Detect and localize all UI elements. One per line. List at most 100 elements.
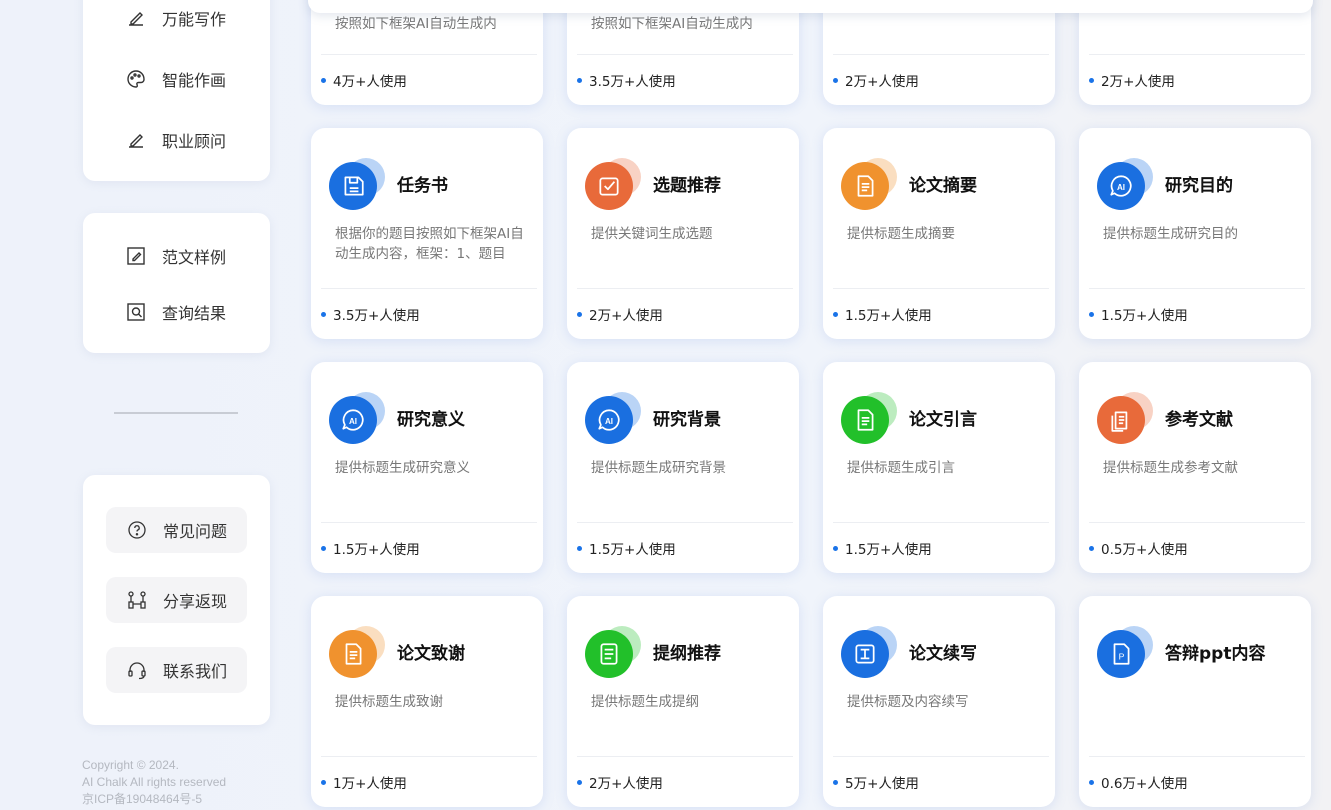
tool-card-separator [1089,288,1305,289]
tool-card-usage: 1万+人使用 [321,772,407,792]
tool-card[interactable]: 选题推荐 提供关键词生成选题 2万+人使用 [567,128,799,339]
sidebar-item-query-results[interactable]: 查询结果 [125,298,226,326]
tool-card-separator [833,756,1049,757]
tool-card-separator [321,522,537,523]
usage-dot-icon [1089,77,1094,83]
copyright-line: AI Chalk All rights reserved [82,775,227,789]
tool-card-usage: 1.5万+人使用 [833,538,932,558]
sidebar-item-label: 万能写作 [162,10,227,29]
ai-bubble-icon: AI [585,392,641,448]
usage-count: 3.5万+人使用 [589,74,676,90]
tool-card-separator [321,756,537,757]
tool-card[interactable]: 任务书 根据你的题目按照如下框架AI自动生成内容，框架：1、题目 3.5万+人使用 [311,128,543,339]
sidebar-item-label: 范文样例 [162,248,227,267]
usage-count: 3.5万+人使用 [333,308,420,324]
tool-card-description: 提供关键词生成选题 [591,226,713,242]
top-search-overlay [308,0,1313,13]
share-icon [126,589,148,611]
pencil-icon [125,129,147,151]
tool-card[interactable]: P 答辩ppt内容 0.6万+人使用 [1079,596,1311,807]
sidebar-item-career-advisor[interactable]: 职业顾问 [125,126,226,154]
usage-dot-icon [577,779,582,785]
tool-card-title: 参考文献 [1165,410,1233,430]
tool-card-usage: 1.5万+人使用 [321,538,420,558]
tool-card[interactable]: 2万+人使用 [823,0,1055,105]
tool-card[interactable]: 提纲推荐 提供标题生成提纲 2万+人使用 [567,596,799,807]
tool-card[interactable]: 论文致谢提供标题生成致谢 1万+人使用 [311,596,543,807]
tool-card-separator [1089,522,1305,523]
sidebar-item-universal-writing[interactable]: 万能写作 [125,4,226,32]
tool-card[interactable]: 论文续写提供标题及内容续写 5万+人使用 [823,596,1055,807]
tool-card-title: 论文摘要 [909,176,977,196]
tool-card[interactable]: 2万+人使用 [1079,0,1311,105]
tool-card-title: 提纲推荐 [653,644,721,664]
sidebar-item-ai-drawing[interactable]: 智能作画 [125,65,226,93]
usage-count: 2万+人使用 [589,776,663,792]
tool-card-usage: 2万+人使用 [1089,70,1175,90]
tool-card-usage: 5万+人使用 [833,772,919,792]
usage-dot-icon [1089,311,1094,317]
usage-dot-icon [321,77,326,83]
usage-count: 1.5万+人使用 [845,542,932,558]
tool-card-description: 提供标题生成摘要 [847,226,955,242]
tool-card[interactable]: AI 研究背景 提供标题生成研究背景 1.5万+人使用 [567,362,799,573]
contact-us-button[interactable]: 联系我们 [106,647,247,693]
tool-card-separator [577,54,793,55]
usage-dot-icon [577,77,582,83]
usage-dot-icon [833,77,838,83]
usage-dot-icon [577,545,582,551]
document-icon [841,158,897,214]
svg-text:AI: AI [349,417,357,426]
sidebar-item-samples[interactable]: 范文样例 [125,242,226,270]
tool-card-title: 答辩ppt内容 [1165,644,1266,664]
tool-card-title: 研究目的 [1165,176,1233,196]
search-document-icon [125,301,147,323]
usage-count: 4万+人使用 [333,74,407,90]
faq-button[interactable]: 常见问题 [106,507,247,553]
tool-card-description: 提供标题生成研究意义 [335,460,470,476]
edit-document-icon [125,245,147,267]
tool-card-usage: 3.5万+人使用 [577,70,676,90]
tool-card-usage: 0.6万+人使用 [1089,772,1188,792]
svg-text:AI: AI [1117,183,1125,192]
tool-card[interactable]: 按照如下框架AI自动生成内 3.5万+人使用 [567,0,799,105]
sidebar-tools-card: 万能写作 智能作画 职业顾问 [83,0,270,181]
tool-card[interactable]: 按照如下框架AI自动生成内 4万+人使用 [311,0,543,105]
tool-card-title: 论文续写 [909,644,977,664]
tool-card-description: 提供标题生成研究背景 [591,460,726,476]
ai-bubble-icon: AI [1097,158,1153,214]
copyright-line: Copyright © 2024. [82,758,179,772]
tool-card-description: 提供标题生成致谢 [335,694,443,710]
headset-icon [126,659,148,681]
tool-card-usage: 1.5万+人使用 [1089,304,1188,324]
pill-label: 分享返现 [163,592,228,611]
tool-card-description: 提供标题及内容续写 [847,694,969,710]
usage-dot-icon [577,311,582,317]
usage-count: 1.5万+人使用 [845,308,932,324]
tool-card[interactable]: 论文引言 提供标题生成引言 1.5万+人使用 [823,362,1055,573]
tool-card-separator [833,522,1049,523]
usage-count: 1.5万+人使用 [589,542,676,558]
pill-label: 联系我们 [163,662,228,681]
tool-card[interactable]: 参考文献 提供标题生成参考文献 0.5万+人使用 [1079,362,1311,573]
tool-card-title: 论文致谢 [397,644,465,664]
tool-card[interactable]: AI 研究目的提供标题生成研究目的 1.5万+人使用 [1079,128,1311,339]
tool-card[interactable]: 论文摘要提供标题生成摘要 1.5万+人使用 [823,128,1055,339]
tool-card-usage: 1.5万+人使用 [577,538,676,558]
tool-card-description: 按照如下框架AI自动生成内 [591,16,753,32]
tool-card-usage: 3.5万+人使用 [321,304,420,324]
sidebar-item-label: 查询结果 [162,304,227,323]
tool-card[interactable]: AI 研究意义 提供标题生成研究意义 1.5万+人使用 [311,362,543,573]
tool-card-usage: 2万+人使用 [577,772,663,792]
tool-card-separator [833,54,1049,55]
usage-dot-icon [321,545,326,551]
sidebar-item-label: 智能作画 [162,71,227,90]
tool-card-separator [577,756,793,757]
document-icon [329,626,385,682]
floppy-icon [329,158,385,214]
ppt-icon: P [1097,626,1153,682]
share-cashback-button[interactable]: 分享返现 [106,577,247,623]
tool-card-description: 提供标题生成研究目的 [1103,226,1238,242]
usage-dot-icon [321,311,326,317]
svg-text:AI: AI [605,417,613,426]
